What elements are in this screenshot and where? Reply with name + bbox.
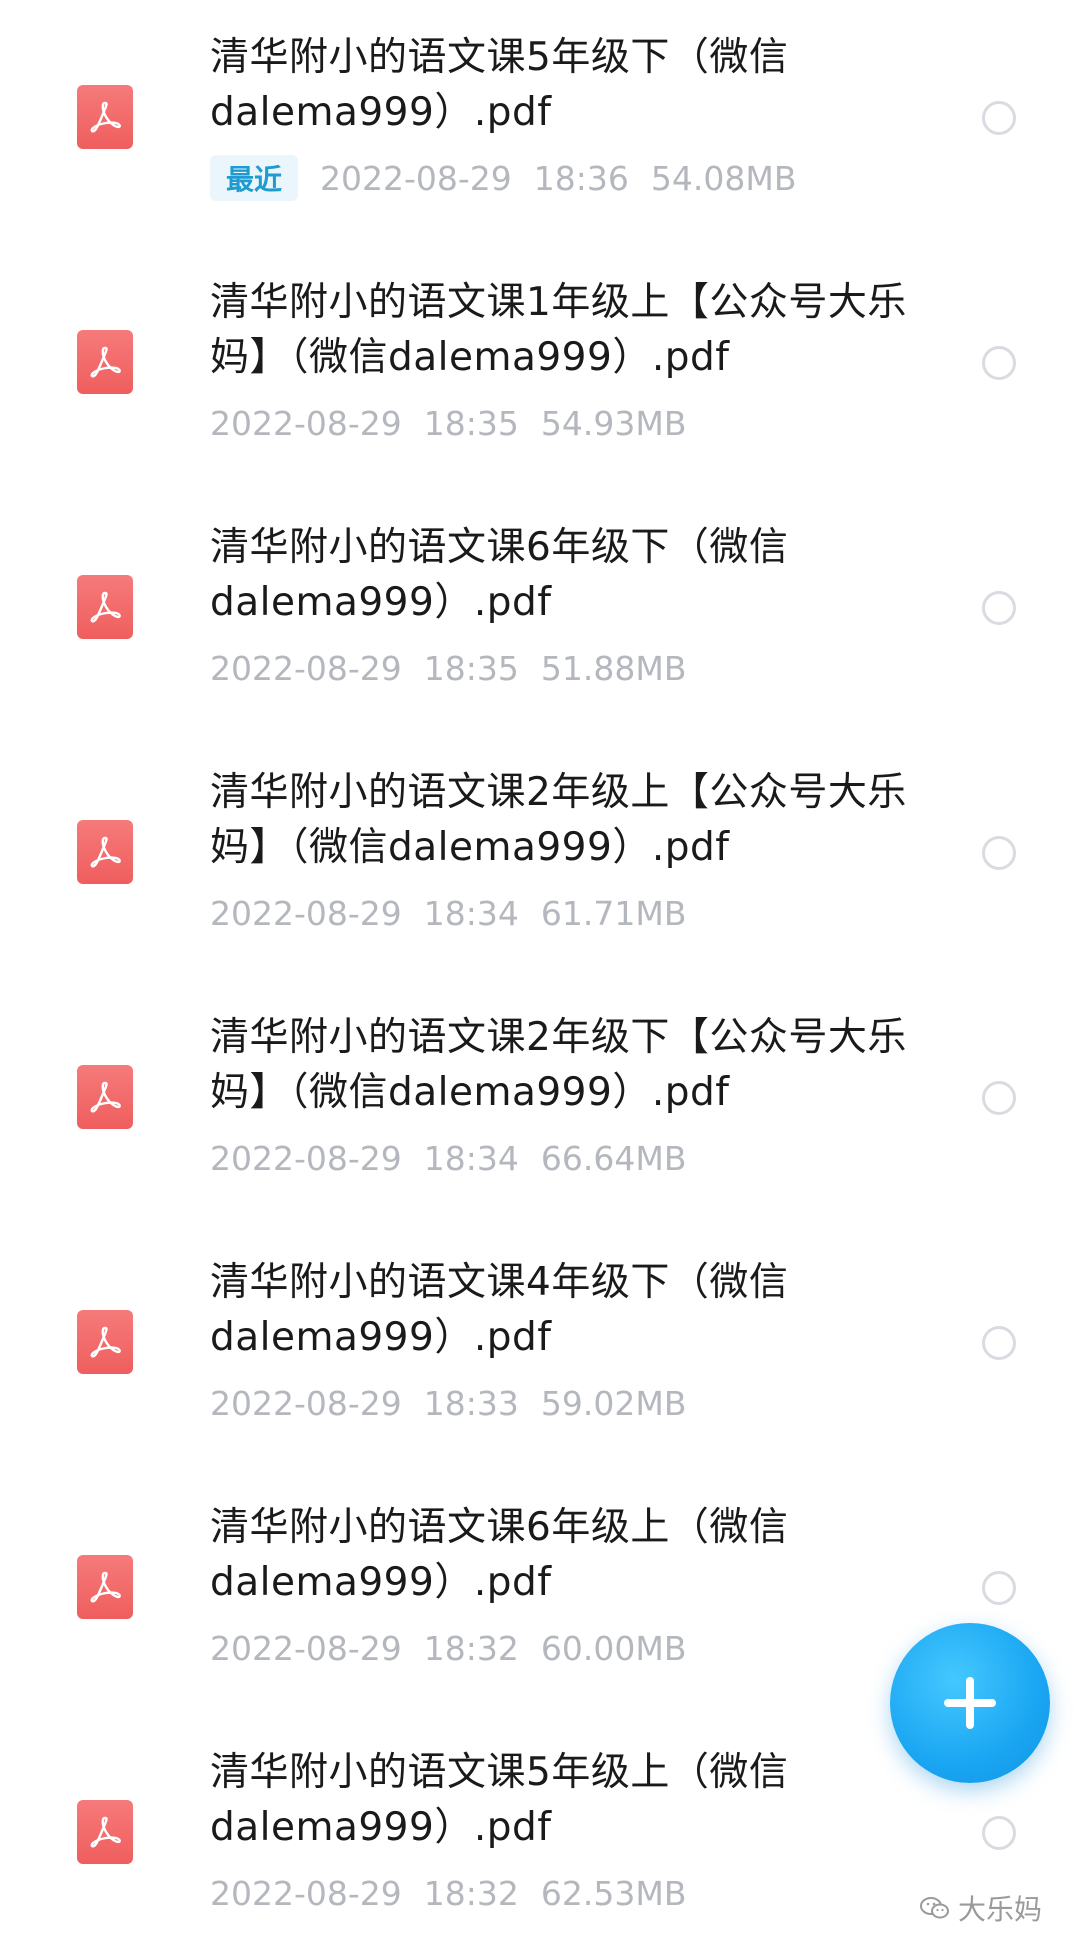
file-time: 18:34 — [423, 1138, 519, 1178]
select-radio-icon[interactable] — [982, 836, 1016, 870]
file-meta: 2022-08-29 18:32 62.53MB — [210, 1870, 686, 1916]
plus-icon — [944, 1677, 996, 1729]
recent-badge: 最近 — [210, 155, 299, 201]
file-date: 2022-08-29 — [210, 648, 402, 688]
select-radio-icon[interactable] — [982, 1571, 1016, 1605]
file-time: 18:35 — [423, 403, 519, 443]
file-name: 清华附小的语文课5年级上（微信dalema999）.pdf — [210, 1750, 789, 1850]
pdf-icon — [77, 1555, 133, 1619]
watermark: 大乐妈 — [920, 1888, 1042, 1928]
select-radio-icon[interactable] — [982, 346, 1016, 380]
file-date: 2022-08-29 — [210, 403, 402, 443]
file-name: 清华附小的语文课2年级下【公众号大乐妈】（微信dalema999）.pdf — [210, 1015, 907, 1115]
select-radio-icon[interactable] — [982, 101, 1016, 135]
file-meta: 2022-08-29 18:35 51.88MB — [210, 645, 686, 691]
file-meta: 2022-08-29 18:35 54.93MB — [210, 400, 686, 446]
file-meta: 2022-08-29 18:34 66.64MB — [210, 1135, 686, 1181]
pdf-icon — [77, 85, 133, 149]
file-size: 66.64MB — [540, 1138, 687, 1178]
pdf-icon — [77, 1800, 133, 1864]
add-button[interactable] — [890, 1623, 1050, 1783]
file-time: 18:32 — [423, 1628, 519, 1668]
file-name: 清华附小的语文课6年级下（微信dalema999）.pdf — [210, 525, 789, 625]
pdf-icon — [77, 820, 133, 884]
file-time: 18:32 — [423, 1873, 519, 1913]
file-date: 2022-08-29 — [210, 1383, 402, 1423]
file-meta: 最近 2022-08-29 18:36 54.08MB — [210, 155, 797, 201]
select-radio-icon[interactable] — [982, 1081, 1016, 1115]
file-row[interactable]: 清华附小的语文课2年级下【公众号大乐妈】（微信dalema999）.pdf 20… — [0, 980, 1080, 1225]
select-radio-icon[interactable] — [982, 1816, 1016, 1850]
select-radio-icon[interactable] — [982, 1326, 1016, 1360]
file-row[interactable]: 清华附小的语文课2年级上【公众号大乐妈】（微信dalema999）.pdf 20… — [0, 735, 1080, 980]
file-time: 18:36 — [533, 158, 629, 198]
file-row[interactable]: 清华附小的语文课4年级下（微信dalema999）.pdf 2022-08-29… — [0, 1225, 1080, 1470]
file-row[interactable]: 清华附小的语文课1年级上【公众号大乐妈】（微信dalema999）.pdf 20… — [0, 245, 1080, 490]
pdf-icon — [77, 330, 133, 394]
file-row[interactable]: 清华附小的语文课6年级下（微信dalema999）.pdf 2022-08-29… — [0, 490, 1080, 735]
file-name: 清华附小的语文课2年级上【公众号大乐妈】（微信dalema999）.pdf — [210, 770, 907, 870]
watermark-text: 大乐妈 — [958, 1893, 1043, 1926]
file-date: 2022-08-29 — [320, 158, 512, 198]
file-name: 清华附小的语文课1年级上【公众号大乐妈】（微信dalema999）.pdf — [210, 280, 907, 380]
pdf-icon — [77, 1065, 133, 1129]
file-size: 51.88MB — [540, 648, 687, 688]
file-size: 60.00MB — [540, 1628, 687, 1668]
file-meta: 2022-08-29 18:32 60.00MB — [210, 1625, 686, 1671]
file-size: 59.02MB — [540, 1383, 687, 1423]
select-radio-icon[interactable] — [982, 591, 1016, 625]
file-name: 清华附小的语文课5年级下（微信dalema999）.pdf — [210, 35, 789, 135]
wechat-icon — [920, 1897, 949, 1919]
pdf-icon — [77, 1310, 133, 1374]
file-date: 2022-08-29 — [210, 1138, 402, 1178]
file-size: 54.08MB — [650, 158, 797, 198]
file-row[interactable]: 清华附小的语文课5年级下（微信dalema999）.pdf 最近 2022-08… — [0, 0, 1080, 245]
file-list: 清华附小的语文课5年级下（微信dalema999）.pdf 最近 2022-08… — [0, 0, 1080, 1927]
file-time: 18:35 — [423, 648, 519, 688]
file-date: 2022-08-29 — [210, 1628, 402, 1668]
file-size: 61.71MB — [540, 893, 687, 933]
file-time: 18:34 — [423, 893, 519, 933]
file-name: 清华附小的语文课4年级下（微信dalema999）.pdf — [210, 1260, 789, 1360]
file-date: 2022-08-29 — [210, 893, 402, 933]
file-name: 清华附小的语文课6年级上（微信dalema999）.pdf — [210, 1505, 789, 1605]
pdf-icon — [77, 575, 133, 639]
file-meta: 2022-08-29 18:33 59.02MB — [210, 1380, 686, 1426]
file-time: 18:33 — [423, 1383, 519, 1423]
file-size: 62.53MB — [540, 1873, 687, 1913]
file-date: 2022-08-29 — [210, 1873, 402, 1913]
file-meta: 2022-08-29 18:34 61.71MB — [210, 890, 686, 936]
file-size: 54.93MB — [540, 403, 687, 443]
